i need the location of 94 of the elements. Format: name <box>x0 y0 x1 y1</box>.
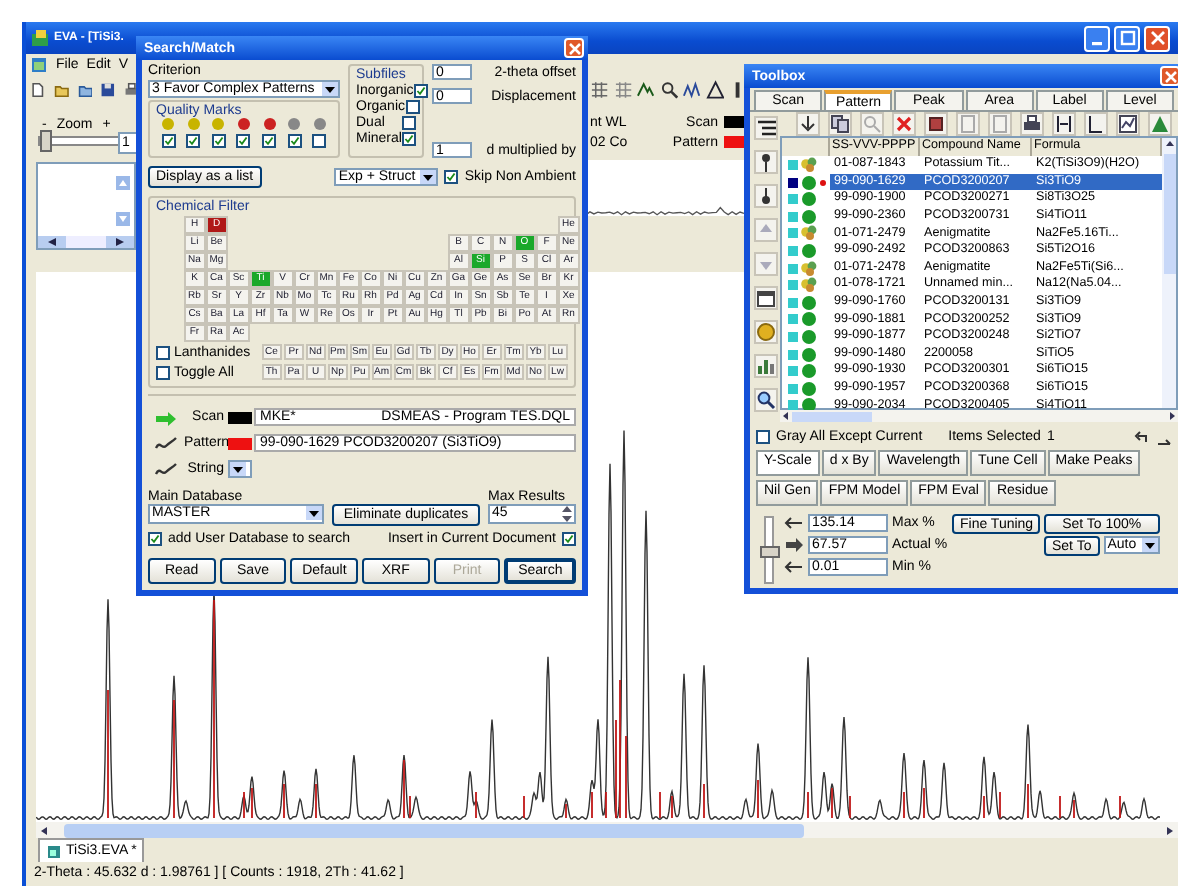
horizontal-scrollbar[interactable] <box>36 822 1178 838</box>
dot-icon <box>800 207 818 226</box>
checkbox[interactable] <box>562 531 576 545</box>
compound-icon <box>800 259 818 278</box>
checkbox[interactable] <box>287 134 302 148</box>
peak-icon[interactable] <box>636 80 656 100</box>
arrow-icon <box>154 409 178 425</box>
dot-icon <box>800 345 818 364</box>
chart-icon[interactable] <box>755 356 775 376</box>
arrow-down-icon[interactable] <box>798 114 818 134</box>
bracket-icon[interactable] <box>1054 114 1074 134</box>
delete-icon[interactable] <box>894 114 914 134</box>
vertical-slider-track[interactable] <box>764 516 774 584</box>
document-icon <box>46 843 62 859</box>
caret-icon <box>322 81 338 97</box>
dot-icon <box>800 379 818 398</box>
checkbox[interactable] <box>211 134 226 148</box>
grid-icon[interactable] <box>590 80 610 100</box>
compound-icon <box>800 276 818 295</box>
dot-icon <box>800 293 818 312</box>
minimize-button[interactable] <box>1084 25 1110 51</box>
caret-icon <box>1141 537 1158 553</box>
slider-thumb[interactable] <box>760 546 780 558</box>
printer-icon[interactable] <box>1022 114 1042 134</box>
compound-icon <box>800 224 818 243</box>
caret-icon <box>306 505 322 521</box>
caret-icon <box>230 461 246 477</box>
dot-icon <box>800 396 818 415</box>
triangle-icon[interactable] <box>705 80 725 100</box>
app-icon <box>30 28 50 48</box>
close-icon <box>1163 69 1177 83</box>
checkbox[interactable] <box>405 99 420 113</box>
arrow-icon[interactable] <box>784 516 804 530</box>
folder-icon[interactable] <box>77 80 93 100</box>
coin-icon[interactable] <box>755 322 775 342</box>
scrollbar-thumb[interactable] <box>64 823 804 837</box>
list-icon[interactable] <box>755 118 775 138</box>
arrow-icon[interactable] <box>784 560 804 574</box>
close-icon <box>1149 30 1165 46</box>
close-button[interactable] <box>1160 66 1178 86</box>
save-icon[interactable] <box>100 80 117 100</box>
checkbox[interactable] <box>161 134 176 148</box>
checkbox[interactable] <box>156 345 170 359</box>
checkbox[interactable] <box>186 134 201 148</box>
checkbox[interactable] <box>402 115 416 129</box>
dot-icon <box>800 241 818 260</box>
window-icon[interactable] <box>755 288 775 308</box>
bracket-icon[interactable] <box>1086 114 1106 134</box>
checkbox[interactable] <box>236 134 251 148</box>
grid-icon[interactable] <box>613 80 633 100</box>
search-icon[interactable] <box>755 390 775 410</box>
undo-icon[interactable] <box>1134 429 1150 445</box>
checkbox[interactable] <box>444 170 459 184</box>
copy-icon[interactable] <box>830 114 850 134</box>
checkbox[interactable] <box>262 134 277 148</box>
dot-icon <box>800 190 818 209</box>
tilde-icon <box>154 435 178 451</box>
magnifier-icon[interactable] <box>659 80 679 100</box>
checkbox[interactable] <box>156 365 170 379</box>
checkbox[interactable] <box>413 83 428 97</box>
close-button[interactable] <box>564 38 584 58</box>
color-swatch[interactable] <box>228 411 252 423</box>
close-button[interactable] <box>1144 25 1170 51</box>
checkbox[interactable] <box>402 131 416 145</box>
scrollbar[interactable] <box>38 236 134 248</box>
spin-arrows-icon[interactable] <box>560 503 574 523</box>
chart-icon[interactable] <box>1118 114 1138 134</box>
document-icon[interactable] <box>30 56 48 74</box>
string-dropdown[interactable] <box>228 460 252 478</box>
new-document-icon[interactable] <box>30 80 46 100</box>
dot-icon <box>800 362 818 381</box>
scroll-right-icon[interactable] <box>106 236 134 248</box>
scroll-left-icon[interactable] <box>38 236 66 248</box>
close-icon <box>567 41 581 55</box>
tilde-icon <box>154 461 178 477</box>
dot-icon <box>800 173 818 192</box>
dot-icon <box>800 310 818 329</box>
wave-icon[interactable] <box>682 80 702 100</box>
caret-icon <box>420 169 437 185</box>
slider-thumb[interactable] <box>40 130 52 152</box>
horizontal-scrollbar[interactable] <box>780 410 1178 422</box>
scroll-up-icon[interactable] <box>1163 138 1175 150</box>
maximize-icon <box>1119 30 1135 46</box>
arrow-icon[interactable] <box>784 538 804 552</box>
stack-icon[interactable] <box>926 114 946 134</box>
dot-icon <box>800 327 818 346</box>
vertical-scrollbar[interactable] <box>1162 138 1176 408</box>
checkbox[interactable] <box>148 531 162 545</box>
color-swatch[interactable] <box>228 437 252 449</box>
maximize-button[interactable] <box>1114 25 1140 51</box>
checkbox[interactable] <box>312 134 327 148</box>
checkbox[interactable] <box>756 430 770 444</box>
open-icon[interactable] <box>53 80 70 100</box>
compound-icon <box>800 156 818 174</box>
